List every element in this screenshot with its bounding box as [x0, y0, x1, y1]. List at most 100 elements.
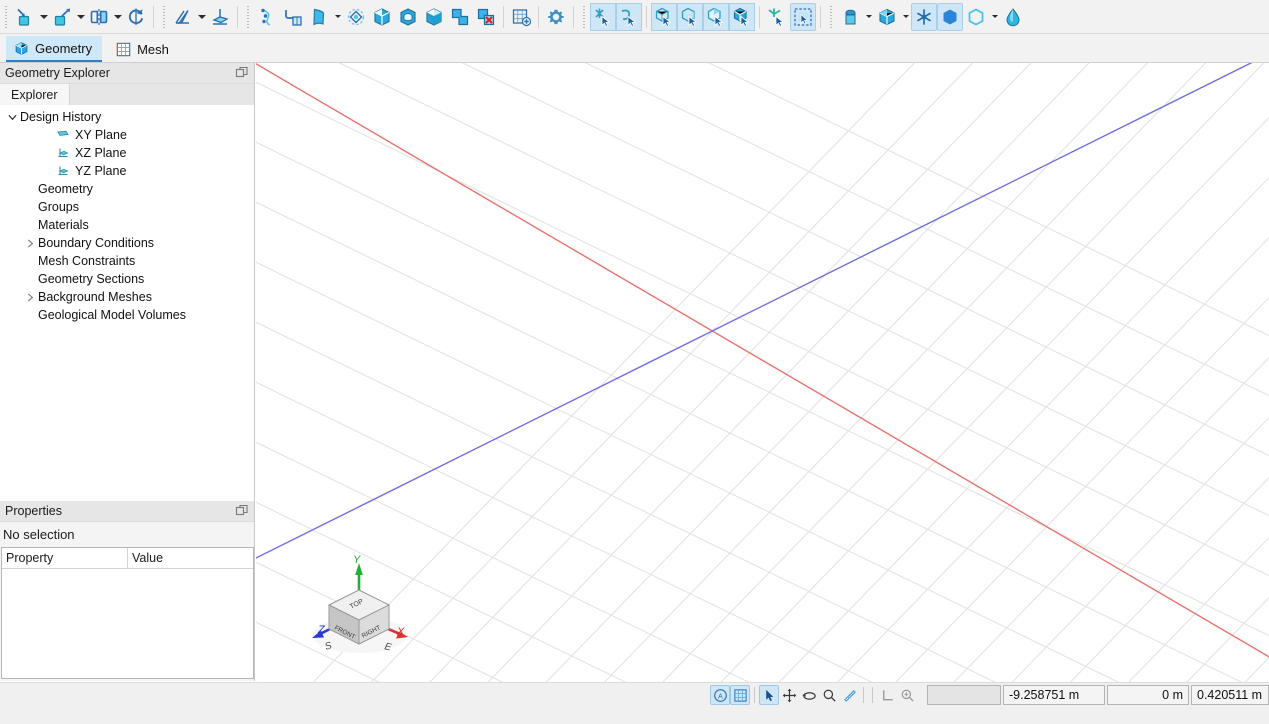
- surface-button[interactable]: [306, 3, 332, 31]
- mirror-caret[interactable]: [112, 3, 123, 31]
- tree-item[interactable]: Materials: [0, 216, 254, 234]
- show-wireframe-caret[interactable]: [989, 3, 1000, 31]
- chevron-right-icon[interactable]: [22, 288, 38, 306]
- toolbar-drag-handle[interactable]: [828, 4, 835, 30]
- select-axis-button[interactable]: [764, 3, 790, 31]
- revolve-button[interactable]: [343, 3, 369, 31]
- tree-item[interactable]: Geometry Sections: [0, 270, 254, 288]
- geometry-display-button[interactable]: [874, 3, 900, 31]
- float-panel-icon[interactable]: [235, 504, 249, 518]
- refresh-button[interactable]: [123, 3, 149, 31]
- toolbar-group-file: [0, 1, 149, 33]
- sketch-caret[interactable]: [196, 3, 207, 31]
- select-edge-button[interactable]: [616, 3, 642, 31]
- coord-x-field[interactable]: -9.258751 m: [1003, 685, 1105, 705]
- coord-y-field[interactable]: 0 m: [1107, 685, 1189, 705]
- material-display-button[interactable]: [837, 3, 863, 31]
- chevron-right-icon[interactable]: [22, 234, 38, 252]
- select-tool[interactable]: [759, 685, 779, 705]
- tab-geometry-label: Geometry: [35, 41, 92, 56]
- axis-label-x: X: [396, 626, 405, 638]
- tree-item-label: Boundary Conditions: [38, 236, 154, 250]
- grid-toggle[interactable]: [730, 685, 750, 705]
- tree-item[interactable]: Groups: [0, 198, 254, 216]
- tree-spacer: [40, 144, 56, 162]
- select-body-button[interactable]: [729, 3, 755, 31]
- import-geometry-caret[interactable]: [38, 3, 49, 31]
- tree-spacer: [22, 306, 38, 324]
- toolbar-drag-handle[interactable]: [245, 4, 252, 30]
- show-points-button[interactable]: [911, 3, 937, 31]
- work-plane-button[interactable]: [207, 3, 233, 31]
- zoom-tool[interactable]: [819, 685, 839, 705]
- xz-plane-icon: [56, 145, 72, 161]
- boolean-union-button[interactable]: [447, 3, 473, 31]
- tree-item-label: Mesh Constraints: [38, 254, 135, 268]
- viewport-canvas: S E Y X Z TOP FRONT: [256, 63, 1269, 682]
- toolbar-separator: [503, 6, 504, 28]
- show-wireframe-button[interactable]: [963, 3, 989, 31]
- select-vertex-button[interactable]: [590, 3, 616, 31]
- show-solid-button[interactable]: [937, 3, 963, 31]
- add-grid-button[interactable]: [508, 3, 534, 31]
- toolbar-group-selection-mode: [764, 1, 816, 33]
- zoom-fit-tool[interactable]: [897, 685, 917, 705]
- cylinder-primitive-button[interactable]: [395, 3, 421, 31]
- tree-item[interactable]: Background Meshes: [0, 288, 254, 306]
- explorer-tab-row: Explorer: [0, 84, 254, 105]
- tree-item[interactable]: Geological Model Volumes: [0, 306, 254, 324]
- export-geometry-button[interactable]: [49, 3, 75, 31]
- tree-item[interactable]: Design History: [0, 108, 254, 126]
- settings-button[interactable]: [543, 3, 569, 31]
- cube-icon: [13, 40, 30, 57]
- boolean-delete-button[interactable]: [473, 3, 499, 31]
- box-primitive-button[interactable]: [369, 3, 395, 31]
- geometry-display-caret[interactable]: [900, 3, 911, 31]
- tree-item[interactable]: Geometry: [0, 180, 254, 198]
- export-geometry-caret[interactable]: [75, 3, 86, 31]
- solid-primitive-button[interactable]: [421, 3, 447, 31]
- tree-item[interactable]: Boundary Conditions: [0, 234, 254, 252]
- toolbar-group-selection-filter: [651, 1, 755, 33]
- status-separator: [754, 687, 755, 703]
- select-solid-button[interactable]: [703, 3, 729, 31]
- toolbar-drag-handle[interactable]: [581, 4, 588, 30]
- select-shell-button[interactable]: [677, 3, 703, 31]
- 3d-viewport[interactable]: S E Y X Z TOP FRONT: [256, 63, 1269, 682]
- tab-mesh[interactable]: Mesh: [108, 36, 179, 62]
- tree-item[interactable]: YZ Plane: [0, 162, 254, 180]
- angle-tool[interactable]: [877, 685, 897, 705]
- spline-button[interactable]: [254, 3, 280, 31]
- explorer-tab[interactable]: Explorer: [0, 84, 70, 105]
- toolbar-drag-handle[interactable]: [161, 4, 168, 30]
- toolbar-drag-handle[interactable]: [3, 4, 10, 30]
- chevron-down-icon[interactable]: [4, 108, 20, 126]
- import-geometry-button[interactable]: [12, 3, 38, 31]
- status-bar-row: A -9.258751 m0 m0.420511 m: [710, 684, 1269, 706]
- material-display-caret[interactable]: [863, 3, 874, 31]
- tree-item[interactable]: Mesh Constraints: [0, 252, 254, 270]
- properties-panel-header: Properties: [0, 501, 254, 522]
- tree-item-label: Geometry: [38, 182, 93, 196]
- float-panel-icon[interactable]: [235, 66, 249, 80]
- extrude-to-button[interactable]: [280, 3, 306, 31]
- axis-label-y: Y: [353, 554, 361, 566]
- coord-z-field[interactable]: 0.420511 m: [1191, 685, 1269, 705]
- properties-panel-title: Properties: [5, 504, 235, 518]
- tree-item[interactable]: XY Plane: [0, 126, 254, 144]
- water-level-button[interactable]: [1000, 3, 1026, 31]
- rotate-tool[interactable]: [799, 685, 819, 705]
- select-face-button[interactable]: [651, 3, 677, 31]
- surface-caret[interactable]: [332, 3, 343, 31]
- pan-tool[interactable]: [779, 685, 799, 705]
- snap-origin-toggle[interactable]: A: [710, 685, 730, 705]
- tab-geometry[interactable]: Geometry: [6, 36, 102, 62]
- tree-spacer: [22, 252, 38, 270]
- cursor-arrow-icon: [762, 688, 777, 703]
- measure-tool[interactable]: [839, 685, 859, 705]
- box-select-button[interactable]: [790, 3, 816, 31]
- explorer-panel-title: Geometry Explorer: [5, 66, 235, 80]
- tree-item[interactable]: XZ Plane: [0, 144, 254, 162]
- mirror-button[interactable]: [86, 3, 112, 31]
- sketch-button[interactable]: [170, 3, 196, 31]
